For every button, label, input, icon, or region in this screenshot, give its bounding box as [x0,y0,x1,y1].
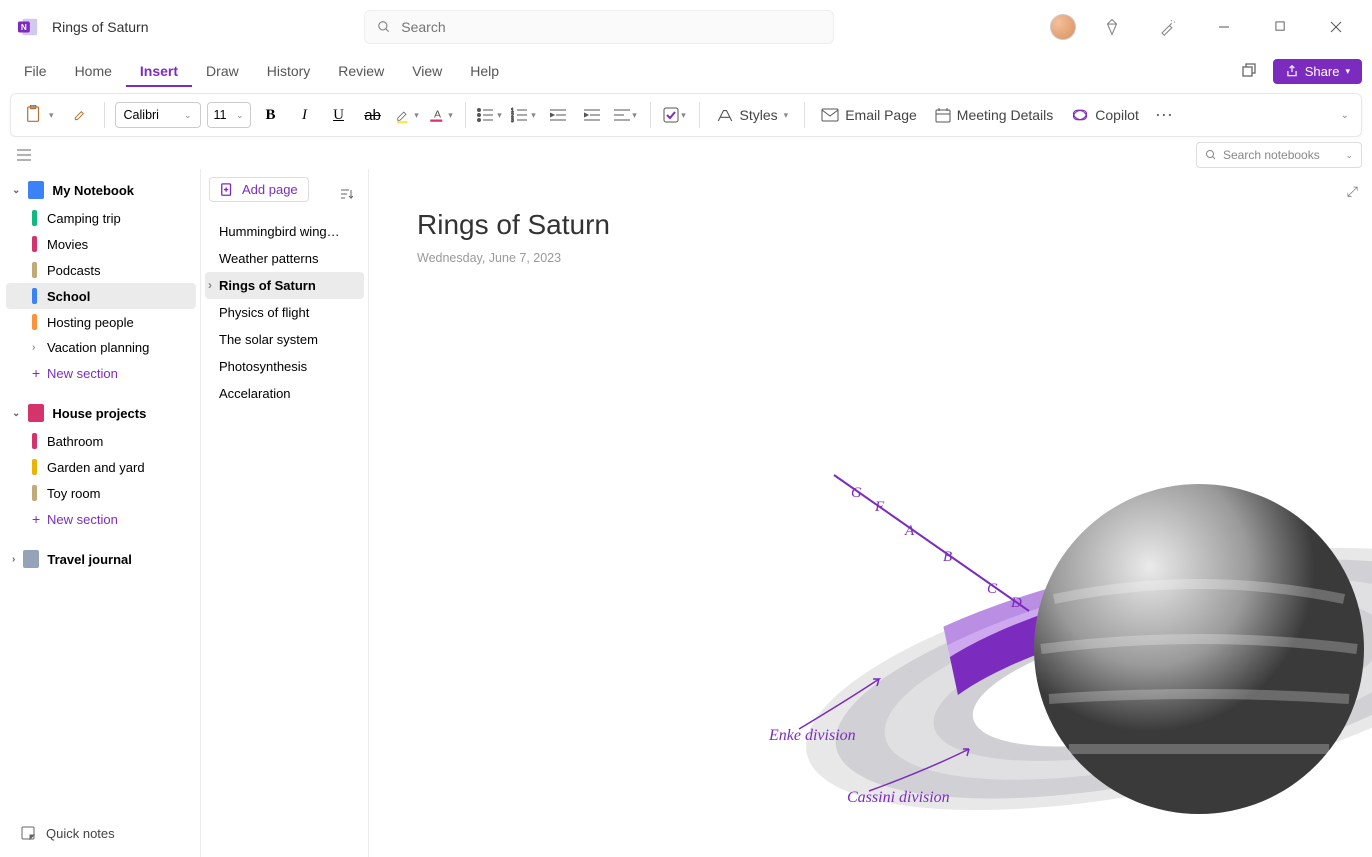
quick-notes-icon [20,825,36,841]
align-button[interactable]: ▾ [612,101,640,129]
open-in-new-window-icon[interactable] [1235,57,1263,85]
add-page-icon [220,183,234,197]
ring-label-d: D [1011,595,1022,612]
search-icon [377,20,391,34]
share-icon [1285,64,1299,78]
menu-home[interactable]: Home [61,57,126,85]
menu-help[interactable]: Help [456,57,513,85]
new-section-button[interactable]: +New section [6,506,196,532]
notebook-header[interactable]: ⌄House projects [6,398,196,428]
meeting-details-button[interactable]: Meeting Details [929,103,1060,127]
format-painter-icon[interactable] [66,101,94,129]
notebook-panel: ⌄My NotebookCamping tripMoviesPodcastsSc… [0,169,200,857]
nav-toggle-icon[interactable] [10,141,38,169]
close-button[interactable] [1316,12,1356,42]
section-item[interactable]: School [6,283,196,309]
minimize-button[interactable] [1204,12,1244,42]
strikethrough-button[interactable]: ab [359,101,387,129]
onenote-app-icon: N [16,15,40,39]
search-notebooks-box[interactable]: Search notebooks ⌄ [1196,142,1362,168]
ribbon-expand-icon[interactable]: ⌄ [1341,110,1353,121]
svg-text:N: N [21,22,27,31]
styles-button[interactable]: Styles▾ [710,102,795,128]
menu-insert[interactable]: Insert [126,57,192,87]
section-item[interactable]: Hosting people [6,309,196,335]
share-button[interactable]: Share ▾ [1273,59,1362,84]
menu-view[interactable]: View [398,57,456,85]
page-item[interactable]: Physics of flight [205,299,364,326]
ribbon-toolbar: ▾ Calibri⌄ 11⌄ B I U ab ▾ A▾ ▾ 123▾ ▾ ▾ … [10,93,1362,137]
quick-notes-button[interactable]: Quick notes [10,819,125,847]
ring-label-b: B [943,549,952,566]
notebook-header[interactable]: ›Travel journal [6,544,196,574]
copilot-button[interactable]: Copilot [1065,102,1145,128]
sort-pages-icon[interactable] [332,180,360,208]
page-item[interactable]: Accelaration [205,380,364,407]
bold-button[interactable]: B [257,101,285,129]
italic-button[interactable]: I [291,101,319,129]
font-color-button[interactable]: A▾ [427,101,455,129]
menu-history[interactable]: History [253,57,325,85]
decrease-indent-button[interactable] [544,101,572,129]
page-item[interactable]: Weather patterns [205,245,364,272]
svg-text:A: A [434,108,441,120]
search-input[interactable] [401,19,821,35]
maximize-button[interactable] [1260,12,1300,42]
section-item[interactable]: Toy room [6,480,196,506]
coming-soon-icon[interactable] [1148,12,1188,42]
font-size-select[interactable]: 11⌄ [207,102,251,128]
pages-panel: Add page Hummingbird wing…Weather patter… [200,169,368,857]
section-item[interactable]: ›Vacation planning [6,335,196,360]
note-title[interactable]: Rings of Saturn [417,209,1324,241]
search-box[interactable] [364,10,834,44]
document-title: Rings of Saturn [52,19,149,35]
share-label: Share [1305,64,1340,79]
svg-text:3: 3 [511,118,514,123]
menu-review[interactable]: Review [324,57,398,85]
notebook-header[interactable]: ⌄My Notebook [6,175,196,205]
expand-canvas-icon[interactable]: ⤢ [1347,183,1358,200]
section-item[interactable]: Camping trip [6,205,196,231]
new-section-button[interactable]: +New section [6,360,196,386]
page-item[interactable]: Rings of Saturn [205,272,364,299]
search-icon [1205,149,1217,161]
section-item[interactable]: Bathroom [6,428,196,454]
section-item[interactable]: Movies [6,231,196,257]
note-canvas[interactable]: ⤢ Rings of Saturn Wednesday, June 7, 202… [368,169,1372,857]
font-family-select[interactable]: Calibri⌄ [115,102,201,128]
section-item[interactable]: Garden and yard [6,454,196,480]
annotation-cassini: Cassini division [847,789,950,807]
title-bar: N Rings of Saturn [0,0,1372,53]
premium-icon[interactable] [1092,12,1132,42]
ring-label-f: F [875,499,884,516]
underline-button[interactable]: U [325,101,353,129]
bullet-list-button[interactable]: ▾ [476,101,504,129]
note-date: Wednesday, June 7, 2023 [417,251,1324,265]
ring-label-a: A [905,523,914,540]
highlight-button[interactable]: ▾ [393,101,421,129]
ring-label-g: G [851,485,862,502]
menu-draw[interactable]: Draw [192,57,253,85]
page-item[interactable]: The solar system [205,326,364,353]
paste-button[interactable]: ▾ [19,101,60,129]
increase-indent-button[interactable] [578,101,606,129]
page-item[interactable]: Hummingbird wing… [205,218,364,245]
ring-label-c: C [987,581,997,598]
user-avatar[interactable] [1050,14,1076,40]
numbered-list-button[interactable]: 123▾ [510,101,538,129]
page-item[interactable]: Photosynthesis [205,353,364,380]
todo-tag-button[interactable]: ▾ [661,101,689,129]
menu-bar: FileHomeInsertDrawHistoryReviewViewHelp … [0,53,1372,89]
more-options-icon[interactable]: ⋯ [1151,101,1179,129]
annotation-enke: Enke division [769,727,856,745]
email-page-button[interactable]: Email Page [815,103,923,127]
menu-file[interactable]: File [10,57,61,85]
section-item[interactable]: Podcasts [6,257,196,283]
saturn-illustration: G F A B C D Enke division Cassini divisi… [779,469,1372,857]
add-page-button[interactable]: Add page [209,177,309,202]
